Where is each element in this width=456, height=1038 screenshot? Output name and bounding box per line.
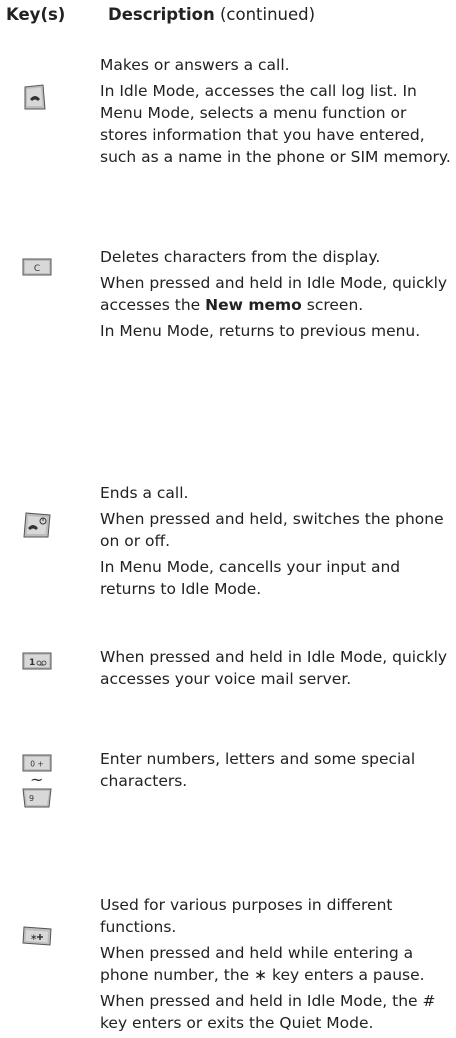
key-0-label: 0 + [30,760,43,769]
range-tilde-icon: ~ [30,770,44,789]
end-key-description: Ends a call. When pressed and held, swit… [100,482,452,604]
description-paragraph: In Menu Mode, returns to previous menu. [100,322,421,340]
clear-key-description: Deletes characters from the display. Whe… [100,246,452,346]
send-key-description: Makes or answers a call. In Idle Mode, a… [100,54,452,172]
number-keys-description: Enter numbers, letters and some special … [100,748,452,796]
send-key-icon [23,84,47,110]
number-key-9-icon: 9 [22,788,52,808]
description-paragraph: When pressed and held in Idle Mode, quic… [100,648,448,688]
description-paragraph: When pressed and held in Idle Mode, quic… [100,274,448,314]
description-heading-label: Description [108,5,215,24]
new-memo-term: New memo [205,296,302,314]
description-paragraph: In Idle Mode, accesses the call log list… [100,82,451,166]
voicemail-key-label: 1 [29,658,35,668]
continued-note: (continued) [219,5,316,24]
table-header: Key(s) Description (continued) [0,0,456,34]
description-paragraph: When pressed and held while entering a p… [100,944,425,984]
description-paragraph: In Menu Mode, cancells your input and re… [100,558,401,598]
description-paragraph: Makes or answers a call. [100,56,290,74]
voicemail-key-icon: 1 [22,652,52,670]
description-column-heading: Description (continued) [108,4,315,26]
star-key-icon: ∗ [22,926,52,946]
description-paragraph: When pressed and held, switches the phon… [100,510,444,550]
key-9-label: 9 [29,794,34,803]
description-paragraph: Ends a call. [100,484,189,502]
description-paragraph: Deletes characters from the display. [100,248,381,266]
clear-key-icon: C [22,258,52,276]
description-paragraph: Used for various purposes in different f… [100,896,393,936]
description-paragraph: When pressed and held in Idle Mode, the … [100,992,436,1032]
key-column-heading: Key(s) [6,5,66,24]
end-power-key-icon [22,512,52,538]
clear-key-label: C [34,264,40,274]
svg-text:∗: ∗ [30,933,38,943]
voicemail-key-description: When pressed and held in Idle Mode, quic… [100,646,452,694]
star-hash-keys-description: Used for various purposes in different f… [100,894,452,1038]
description-paragraph: Enter numbers, letters and some special … [100,750,416,790]
